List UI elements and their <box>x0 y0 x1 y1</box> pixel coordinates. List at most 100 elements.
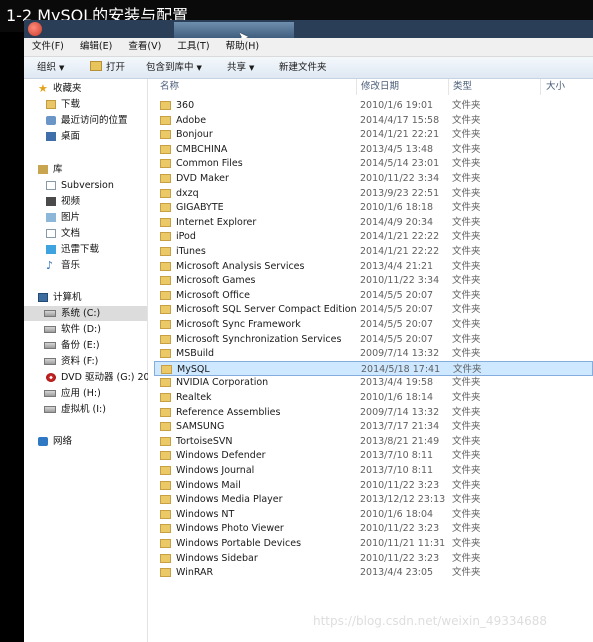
table-row[interactable]: SAMSUNG 2013/7/17 21:34 文件夹 <box>154 419 593 434</box>
folder-icon <box>160 524 171 534</box>
file-type: 文件夹 <box>452 275 481 287</box>
nav-item-drive-h[interactable]: 应用 (H:) <box>24 386 147 401</box>
nav-label: 文档 <box>61 228 81 239</box>
nav-item-subversion[interactable]: Subversion <box>24 178 147 193</box>
file-type: 文件夹 <box>452 114 481 126</box>
table-row[interactable]: Microsoft Sync Framework 2014/5/5 20:07 文件… <box>154 317 593 332</box>
table-row[interactable]: Windows Photo Viewer 2010/11/22 3:23 文件夹 <box>154 521 593 536</box>
table-row[interactable]: Windows Sidebar 2010/11/22 3:23 文件夹 <box>154 551 593 566</box>
nav-item-dvd-drive-g[interactable]: DVD 驱动器 (G:) 20 <box>24 370 150 385</box>
document-icon <box>46 229 56 238</box>
computer-icon <box>38 293 48 302</box>
nav-item-pictures[interactable]: 图片 <box>24 210 147 225</box>
folder-icon <box>160 495 171 505</box>
table-row[interactable]: NVIDIA Corporation 2013/4/4 19:58 文件夹 <box>154 375 593 390</box>
nav-item-drive-c[interactable]: 系统 (C:) <box>24 306 147 321</box>
windows-orb-icon[interactable] <box>28 22 42 36</box>
nav-network[interactable]: 网络 <box>24 434 147 449</box>
download-icon <box>46 245 56 254</box>
column-type[interactable]: 类型 <box>453 79 472 95</box>
nav-item-drive-e[interactable]: 备份 (E:) <box>24 338 147 353</box>
folder-icon <box>160 217 171 227</box>
table-row[interactable]: Microsoft SQL Server Compact Edition 2014… <box>154 302 593 317</box>
organize-button[interactable]: 组织 ▼ <box>37 57 64 79</box>
file-date: 2014/5/5 20:07 <box>360 319 434 330</box>
file-date: 2013/4/5 13:48 <box>360 143 434 155</box>
table-row[interactable]: Microsoft Synchronization Services 2014/5… <box>154 332 593 347</box>
column-divider[interactable] <box>448 79 449 95</box>
folder-icon <box>161 364 172 374</box>
file-date: 2014/5/5 20:07 <box>360 333 434 345</box>
file-name: DVD Maker <box>176 173 229 184</box>
share-button[interactable]: 共享 ▼ <box>227 57 254 79</box>
menu-edit[interactable]: 编辑(E) <box>75 38 117 56</box>
nav-item-thunder-downloads[interactable]: 迅雷下载 <box>24 242 147 257</box>
include-in-library-button[interactable]: 包含到库中 ▼ <box>146 57 202 79</box>
file-name: Windows Media Player <box>176 494 283 506</box>
nav-item-recent-places[interactable]: 最近访问的位置 <box>24 113 147 128</box>
table-row[interactable]: Reference Assemblies 2009/7/14 13:32 文件夹 <box>154 405 593 420</box>
file-date: 2014/1/21 22:21 <box>360 129 440 141</box>
table-row[interactable]: TortoiseSVN 2013/8/21 21:49 文件夹 <box>154 434 593 449</box>
menu-tools[interactable]: 工具(T) <box>172 38 214 56</box>
table-row[interactable]: GIGABYTE 2010/1/6 18:18 文件夹 <box>154 200 593 215</box>
table-row[interactable]: WinRAR 2013/4/4 23:05 文件夹 <box>154 565 593 580</box>
nav-item-drive-f[interactable]: 资料 (F:) <box>24 354 147 369</box>
file-type: 文件夹 <box>452 450 481 462</box>
nav-item-videos[interactable]: 视频 <box>24 194 147 209</box>
nav-item-drive-d[interactable]: 软件 (D:) <box>24 322 147 337</box>
table-row[interactable]: Microsoft Analysis Services 2013/4/4 21:2… <box>154 259 593 274</box>
table-row[interactable]: DVD Maker 2010/11/22 3:34 文件夹 <box>154 171 593 186</box>
table-row[interactable]: dxzq 2013/9/23 22:51 文件夹 <box>154 186 593 201</box>
menu-view[interactable]: 查看(V) <box>123 38 166 56</box>
open-button[interactable]: 打开 <box>90 57 125 78</box>
table-row[interactable]: iTunes 2014/1/21 22:22 文件夹 <box>154 244 593 259</box>
file-type: 文件夹 <box>452 465 481 476</box>
table-row[interactable]: CMBCHINA 2013/4/5 13:48 文件夹 <box>154 142 593 157</box>
nav-item-documents[interactable]: 文档 <box>24 226 147 241</box>
column-size[interactable]: 大小 <box>546 79 565 95</box>
file-name: Windows Portable Devices <box>176 538 302 549</box>
table-row[interactable]: Windows Media Player 2013/12/12 23:13 文件夹 <box>154 492 593 507</box>
column-date[interactable]: 修改日期 <box>361 79 399 95</box>
downloads-icon <box>46 100 56 109</box>
table-row[interactable]: Windows Defender 2013/7/10 8:11 文件夹 <box>154 448 593 463</box>
open-icon <box>90 61 102 71</box>
table-row[interactable]: Windows NT 2010/1/6 18:04 文件夹 <box>154 507 593 522</box>
table-row[interactable]: Microsoft Office 2014/5/5 20:07 文件夹 <box>154 288 593 303</box>
file-date: 2010/11/22 3:34 <box>360 173 440 184</box>
table-row[interactable]: Adobe 2014/4/17 15:58 文件夹 <box>154 113 593 128</box>
menu-help[interactable]: 帮助(H) <box>221 38 265 56</box>
file-date: 2009/7/14 13:32 <box>360 406 440 418</box>
nav-item-drive-i[interactable]: 虚拟机 (I:) <box>24 402 147 417</box>
table-row[interactable]: MySQL 2014/5/18 17:41 文件夹 <box>154 360 593 376</box>
nav-item-downloads[interactable]: 下载 <box>24 97 147 112</box>
table-row[interactable]: Common Files 2014/5/14 23:01 文件夹 <box>154 156 593 171</box>
column-divider[interactable] <box>356 79 357 95</box>
column-name[interactable]: 名称 <box>160 79 179 95</box>
nav-favorites[interactable]: ★ 收藏夹 <box>24 81 147 96</box>
column-divider[interactable] <box>540 79 541 95</box>
table-row[interactable]: Windows Journal 2013/7/10 8:11 文件夹 <box>154 463 593 478</box>
table-row[interactable]: iPod 2014/1/21 22:22 文件夹 <box>154 229 593 244</box>
table-row[interactable]: Windows Portable Devices 2010/11/21 11:31… <box>154 536 593 551</box>
new-folder-button[interactable]: 新建文件夹 <box>279 57 327 78</box>
table-row[interactable]: MSBuild 2009/7/14 13:32 文件夹 <box>154 346 593 361</box>
table-row[interactable]: Internet Explorer 2014/4/9 20:34 文件夹 <box>154 215 593 230</box>
file-type: 文件夹 <box>452 552 481 564</box>
table-row[interactable]: Windows Mail 2010/11/22 3:23 文件夹 <box>154 478 593 493</box>
nav-libraries[interactable]: 库 <box>24 162 147 177</box>
nav-item-desktop[interactable]: 桌面 <box>24 129 147 144</box>
nav-computer[interactable]: 计算机 <box>24 290 147 305</box>
nav-label: 桌面 <box>61 131 81 142</box>
table-row[interactable]: Realtek 2010/1/6 18:14 文件夹 <box>154 390 593 405</box>
menu-file[interactable]: 文件(F) <box>27 38 69 56</box>
file-name: Windows Journal <box>176 465 255 476</box>
nav-item-music[interactable]: ♪ 音乐 <box>24 258 147 273</box>
table-row[interactable]: 360 2010/1/6 19:01 文件夹 <box>154 98 593 113</box>
hard-drive-icon <box>44 342 56 349</box>
table-row[interactable]: Microsoft Games 2010/11/22 3:34 文件夹 <box>154 273 593 288</box>
file-date: 2010/11/21 11:31 <box>360 538 446 549</box>
table-row[interactable]: Bonjour 2014/1/21 22:21 文件夹 <box>154 127 593 142</box>
nav-label: 备份 (E:) <box>61 340 100 351</box>
